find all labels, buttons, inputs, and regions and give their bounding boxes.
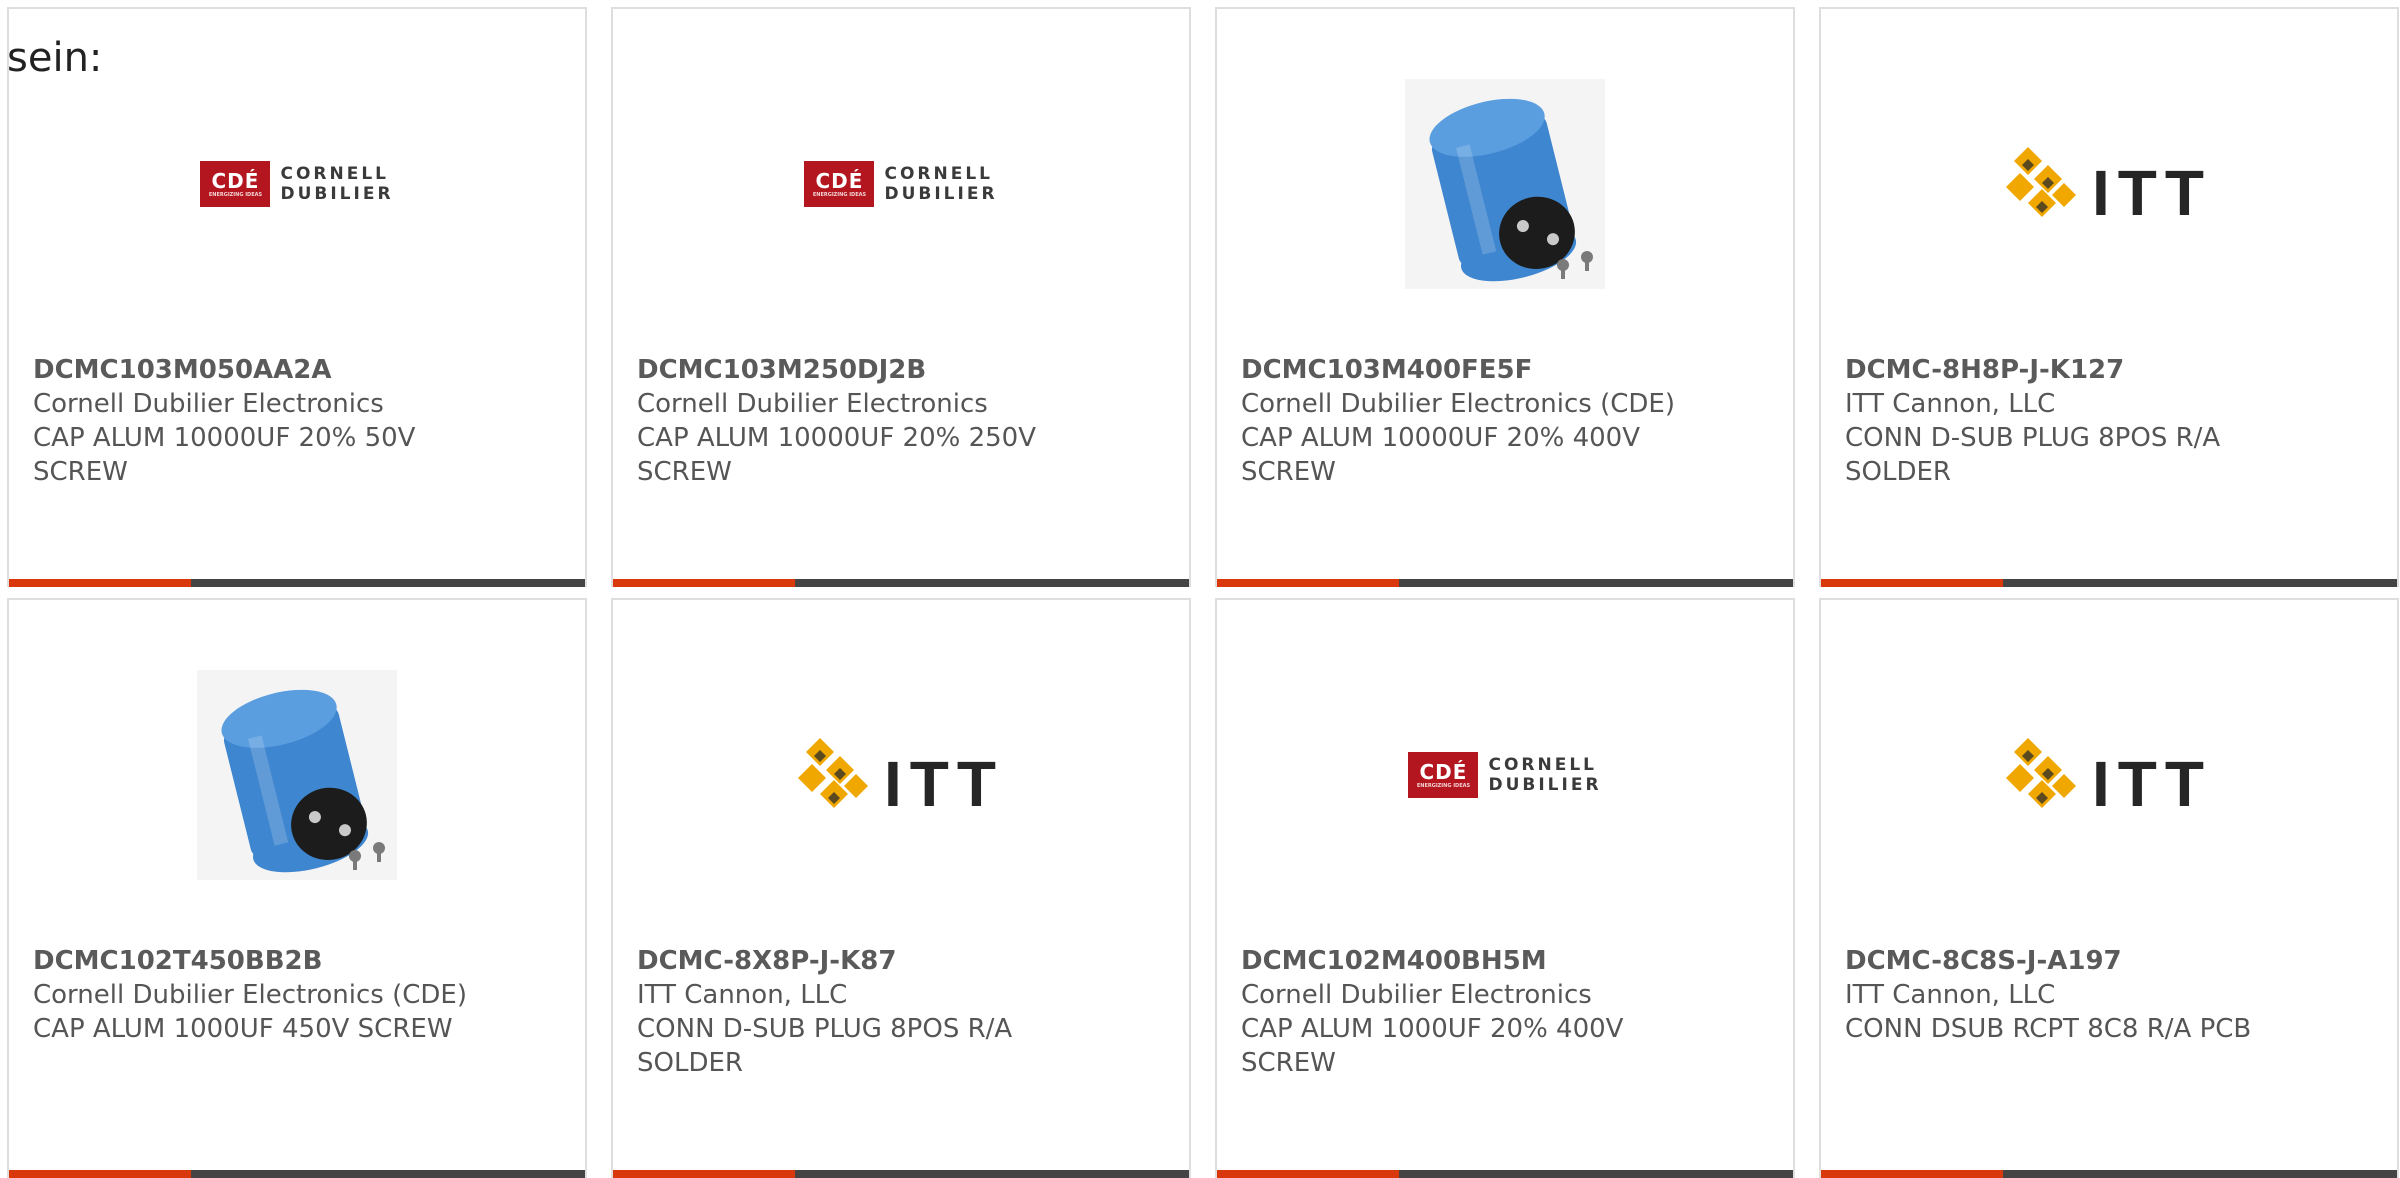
itt-diamond-icon bbox=[2006, 738, 2077, 808]
product-card[interactable]: ITT DCMC-8C8S-J-A197 ITT Cannon, LLC CON… bbox=[1819, 598, 2399, 1178]
product-image: ITT bbox=[1821, 69, 2397, 299]
manufacturer: Cornell Dubilier Electronics (CDE) bbox=[1241, 389, 1675, 419]
cde-wordmark: CORNELL DUBILIER bbox=[884, 164, 997, 204]
cde-wordmark-line2: DUBILIER bbox=[280, 184, 394, 204]
cde-wordmark-line2: DUBILIER bbox=[1488, 775, 1602, 795]
manufacturer: Cornell Dubilier Electronics bbox=[637, 389, 988, 419]
card-accent-bar bbox=[1217, 1170, 1399, 1178]
manufacturer: Cornell Dubilier Electronics bbox=[33, 389, 384, 419]
product-info: DCMC103M400FE5F Cornell Dubilier Electro… bbox=[1241, 353, 1769, 489]
description: CONN DSUB RCPT 8C8 R/A PCB bbox=[1845, 1014, 2252, 1044]
itt-wordmark: ITT bbox=[884, 748, 1004, 820]
card-accent-bar bbox=[1821, 579, 2003, 587]
description: CONN D-SUB PLUG 8POS R/A SOLDER bbox=[637, 1014, 1013, 1078]
cde-wordmark: CORNELL DUBILIER bbox=[1488, 755, 1601, 795]
product-image: ITT bbox=[1821, 660, 2397, 890]
description: CAP ALUM 10000UF 20% 250V SCREW bbox=[637, 423, 1037, 487]
manufacturer: ITT Cannon, LLC bbox=[1845, 980, 2056, 1010]
manufacturer: Cornell Dubilier Electronics (CDE) bbox=[33, 980, 467, 1010]
product-info: DCMC103M050AA2A Cornell Dubilier Electro… bbox=[33, 353, 561, 489]
cde-tagline: ENERGIZING IDEAS bbox=[812, 192, 867, 198]
manufacturer: Cornell Dubilier Electronics bbox=[1241, 980, 1592, 1010]
product-card[interactable]: CDÉ ENERGIZING IDEAS CORNELL DUBILIER DC… bbox=[1215, 598, 1795, 1178]
description: CAP ALUM 1000UF 20% 400V SCREW bbox=[1241, 1014, 1624, 1078]
product-info: DCMC103M250DJ2B Cornell Dubilier Electro… bbox=[637, 353, 1165, 489]
product-info: DCMC-8C8S-J-A197 ITT Cannon, LLC CONN DS… bbox=[1845, 944, 2373, 1046]
card-accent-bar bbox=[613, 579, 795, 587]
part-number[interactable]: DCMC102T450BB2B bbox=[33, 944, 561, 978]
card-accent-bar bbox=[1821, 1170, 2003, 1178]
product-info: DCMC-8H8P-J-K127 ITT Cannon, LLC CONN D-… bbox=[1845, 353, 2373, 489]
manufacturer: ITT Cannon, LLC bbox=[637, 980, 848, 1010]
itt-logo: ITT bbox=[798, 734, 1004, 816]
cde-logo-mark: CDÉ ENERGIZING IDEAS bbox=[1408, 752, 1479, 798]
itt-diamond-icon bbox=[2006, 147, 2077, 217]
part-number[interactable]: DCMC103M250DJ2B bbox=[637, 353, 1165, 387]
product-image bbox=[9, 660, 585, 890]
product-image: CDÉ ENERGIZING IDEAS CORNELL DUBILIER bbox=[9, 69, 585, 299]
product-grid: CDÉ ENERGIZING IDEAS CORNELL DUBILIER DC… bbox=[7, 7, 2399, 1178]
part-number[interactable]: DCMC-8C8S-J-A197 bbox=[1845, 944, 2373, 978]
cde-wordmark-line1: CORNELL bbox=[280, 164, 389, 184]
part-number[interactable]: DCMC103M400FE5F bbox=[1241, 353, 1769, 387]
itt-wordmark: ITT bbox=[2092, 748, 2212, 820]
product-image bbox=[1217, 69, 1793, 299]
product-card[interactable]: CDÉ ENERGIZING IDEAS CORNELL DUBILIER DC… bbox=[611, 7, 1191, 587]
product-card[interactable]: DCMC103M400FE5F Cornell Dubilier Electro… bbox=[1215, 7, 1795, 587]
description: CONN D-SUB PLUG 8POS R/A SOLDER bbox=[1845, 423, 2221, 487]
capacitor-photo bbox=[197, 670, 397, 880]
cde-wordmark-line1: CORNELL bbox=[884, 164, 993, 184]
cde-logo: CDÉ ENERGIZING IDEAS CORNELL DUBILIER bbox=[1408, 752, 1601, 798]
product-card[interactable]: ITT DCMC-8X8P-J-K87 ITT Cannon, LLC CONN… bbox=[611, 598, 1191, 1178]
card-accent-bar bbox=[1217, 579, 1399, 587]
card-accent-bar bbox=[613, 1170, 795, 1178]
product-image: CDÉ ENERGIZING IDEAS CORNELL DUBILIER bbox=[613, 69, 1189, 299]
product-card[interactable]: DCMC102T450BB2B Cornell Dubilier Electro… bbox=[7, 598, 587, 1178]
description: CAP ALUM 10000UF 20% 400V SCREW bbox=[1241, 423, 1641, 487]
part-number[interactable]: DCMC102M400BH5M bbox=[1241, 944, 1769, 978]
card-bottom-bar bbox=[1821, 1170, 2397, 1178]
product-card[interactable]: CDÉ ENERGIZING IDEAS CORNELL DUBILIER DC… bbox=[7, 7, 587, 587]
card-accent-bar bbox=[9, 579, 191, 587]
card-bottom-bar bbox=[613, 579, 1189, 587]
product-card[interactable]: ITT DCMC-8H8P-J-K127 ITT Cannon, LLC CON… bbox=[1819, 7, 2399, 587]
cde-wordmark-line2: DUBILIER bbox=[884, 184, 998, 204]
cde-logo: CDÉ ENERGIZING IDEAS CORNELL DUBILIER bbox=[804, 161, 997, 207]
cde-logo-mark: CDÉ ENERGIZING IDEAS bbox=[200, 161, 271, 207]
card-bottom-bar bbox=[1821, 579, 2397, 587]
intro-text: sein: bbox=[7, 35, 103, 81]
itt-diamond-icon bbox=[798, 738, 869, 808]
cde-mark-text: CDÉ bbox=[815, 169, 864, 193]
card-bottom-bar bbox=[9, 1170, 585, 1178]
product-info: DCMC-8X8P-J-K87 ITT Cannon, LLC CONN D-S… bbox=[637, 944, 1165, 1080]
product-image: ITT bbox=[613, 660, 1189, 890]
part-number[interactable]: DCMC-8X8P-J-K87 bbox=[637, 944, 1165, 978]
product-info: DCMC102M400BH5M Cornell Dubilier Electro… bbox=[1241, 944, 1769, 1080]
cde-wordmark: CORNELL DUBILIER bbox=[280, 164, 393, 204]
card-bottom-bar bbox=[613, 1170, 1189, 1178]
cde-mark-text: CDÉ bbox=[1419, 760, 1468, 784]
description: CAP ALUM 1000UF 450V SCREW bbox=[33, 1014, 453, 1044]
cde-wordmark-line1: CORNELL bbox=[1488, 755, 1597, 775]
cde-mark-text: CDÉ bbox=[211, 169, 260, 193]
card-bottom-bar bbox=[9, 579, 585, 587]
capacitor-photo bbox=[1405, 79, 1605, 289]
cde-tagline: ENERGIZING IDEAS bbox=[208, 192, 263, 198]
manufacturer: ITT Cannon, LLC bbox=[1845, 389, 2056, 419]
card-bottom-bar bbox=[1217, 1170, 1793, 1178]
part-number[interactable]: DCMC-8H8P-J-K127 bbox=[1845, 353, 2373, 387]
itt-logo: ITT bbox=[2006, 143, 2212, 225]
product-info: DCMC102T450BB2B Cornell Dubilier Electro… bbox=[33, 944, 561, 1046]
itt-logo: ITT bbox=[2006, 734, 2212, 816]
cde-logo-mark: CDÉ ENERGIZING IDEAS bbox=[804, 161, 875, 207]
cde-logo: CDÉ ENERGIZING IDEAS CORNELL DUBILIER bbox=[200, 161, 393, 207]
product-image: CDÉ ENERGIZING IDEAS CORNELL DUBILIER bbox=[1217, 660, 1793, 890]
card-bottom-bar bbox=[1217, 579, 1793, 587]
part-number[interactable]: DCMC103M050AA2A bbox=[33, 353, 561, 387]
description: CAP ALUM 10000UF 20% 50V SCREW bbox=[33, 423, 416, 487]
cde-tagline: ENERGIZING IDEAS bbox=[1416, 783, 1471, 789]
card-accent-bar bbox=[9, 1170, 191, 1178]
itt-wordmark: ITT bbox=[2092, 157, 2212, 229]
